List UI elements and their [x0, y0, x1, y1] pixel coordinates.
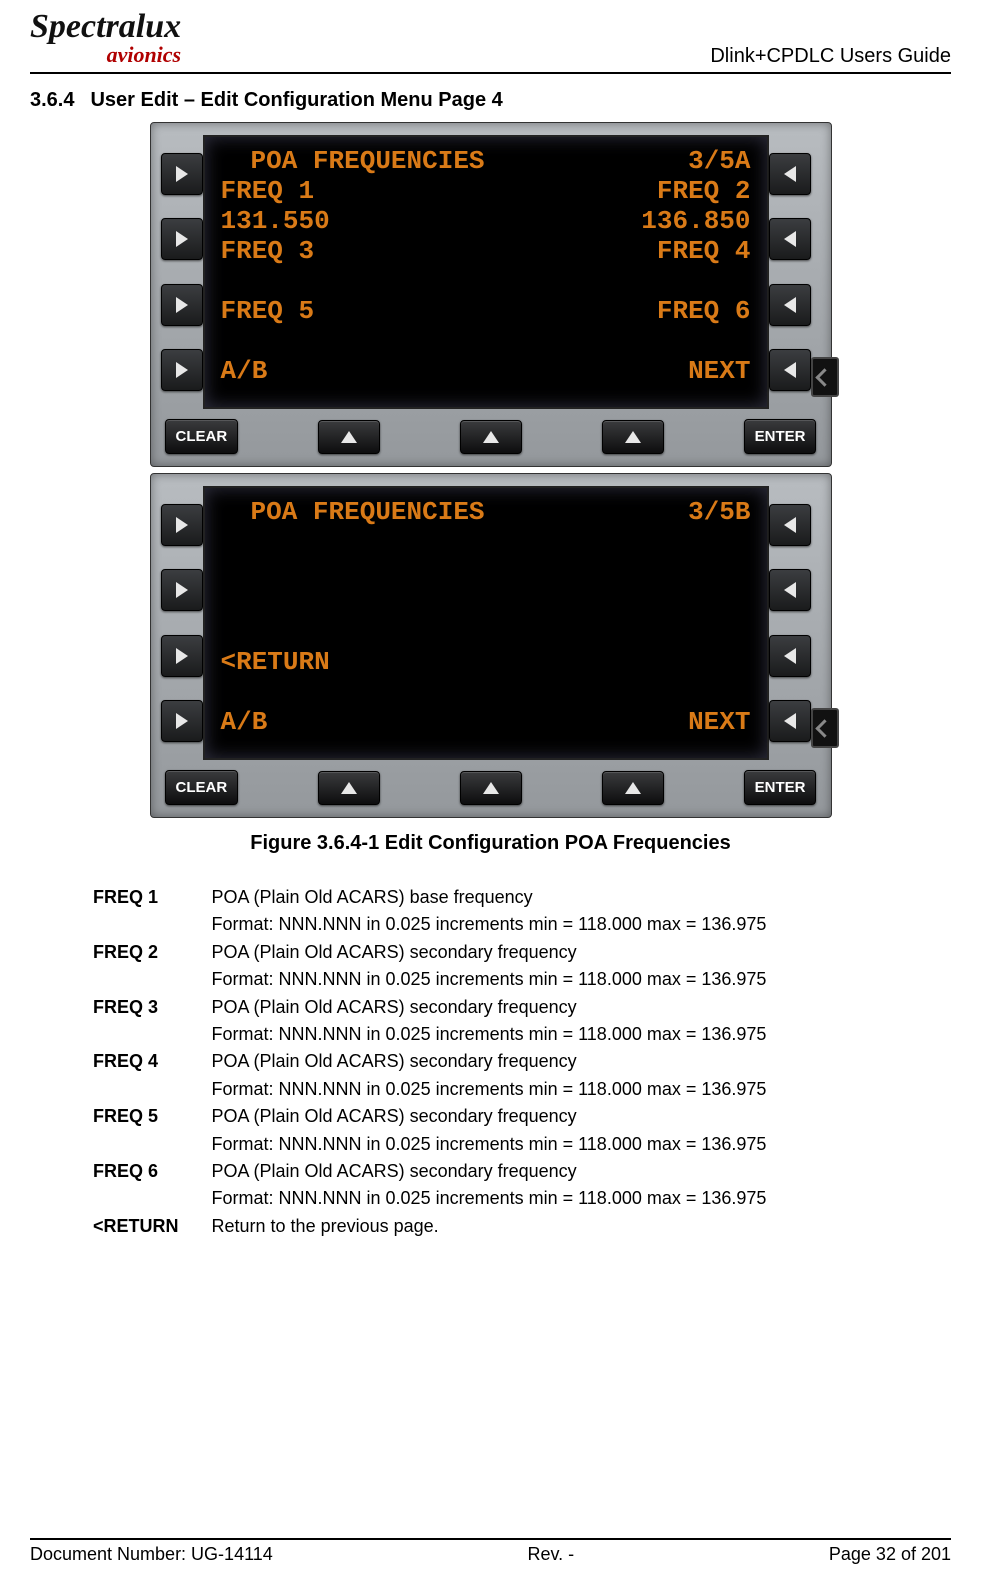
- section-title: User Edit – Edit Configuration Menu Page…: [90, 89, 502, 111]
- left-softkeys-b: [161, 486, 203, 760]
- scroll-indicator-b: [811, 486, 839, 760]
- def-desc: POA (Plain Old ACARS) secondary frequenc…: [211, 1159, 768, 1184]
- device-panel-a: POA FREQUENCIES 3/5A FREQ 1 FREQ 2 131.550…: [150, 122, 832, 467]
- logo-bottom: avionics: [30, 42, 181, 68]
- def-label: FREQ 3: [92, 995, 209, 1020]
- def-desc: POA (Plain Old ACARS) secondary frequenc…: [211, 1049, 768, 1074]
- def-label: FREQ 6: [92, 1159, 209, 1184]
- left-softkeys: [161, 135, 203, 409]
- footer-left: Document Number: UG-14114: [30, 1544, 273, 1565]
- section-heading: 3.6.4 User Edit – Edit Configuration Menu…: [30, 89, 951, 112]
- lsk-l2-b[interactable]: [161, 569, 203, 611]
- footer-right: Page 32 of 201: [829, 1544, 951, 1565]
- right-softkeys: [769, 135, 811, 409]
- lsk-r4[interactable]: [769, 349, 811, 391]
- freq1-label: FREQ 1: [221, 177, 315, 207]
- page-footer: Document Number: UG-14114 Rev. - Page 32…: [30, 1538, 951, 1565]
- clear-button-b[interactable]: CLEAR: [165, 770, 239, 805]
- def-format: Format: NNN.NNN in 0.025 increments min …: [211, 967, 768, 992]
- freq5-label: FREQ 5: [221, 297, 315, 327]
- ab-label: A/B: [221, 357, 268, 387]
- screen-title-b: POA FREQUENCIES: [251, 498, 485, 528]
- def-desc: POA (Plain Old ACARS) base frequency: [211, 885, 768, 910]
- def-label: FREQ 4: [92, 1049, 209, 1074]
- def-desc: POA (Plain Old ACARS) secondary frequenc…: [211, 940, 768, 965]
- freq3-label: FREQ 3: [221, 237, 315, 267]
- figure-caption: Figure 3.6.4-1 Edit Configuration POA Fr…: [250, 832, 730, 855]
- lsk-l4[interactable]: [161, 349, 203, 391]
- scroll-indicator: [811, 135, 839, 409]
- device-panel-b: POA FREQUENCIES 3/5B <RETURN A/B NEXT: [150, 473, 832, 818]
- lsk-l1[interactable]: [161, 153, 203, 195]
- ab-label-b: A/B: [221, 708, 268, 738]
- def-format: Format: NNN.NNN in 0.025 increments min …: [211, 912, 768, 937]
- freq6-label: FREQ 6: [657, 297, 751, 327]
- screen-page-b: 3/5B: [688, 498, 750, 528]
- screen-b: POA FREQUENCIES 3/5B <RETURN A/B NEXT: [203, 486, 769, 760]
- definitions-table: FREQ 1POA (Plain Old ACARS) base frequen…: [90, 883, 769, 1241]
- up-button-2[interactable]: [460, 420, 522, 454]
- lsk-r1-b[interactable]: [769, 504, 811, 546]
- lsk-l1-b[interactable]: [161, 504, 203, 546]
- freq1-value: 131.550: [221, 207, 330, 237]
- screen-title: POA FREQUENCIES: [251, 147, 485, 177]
- next-label-b: NEXT: [688, 708, 750, 738]
- right-softkeys-b: [769, 486, 811, 760]
- return-label: <RETURN: [221, 648, 330, 678]
- up-button-1-b[interactable]: [318, 771, 380, 805]
- lsk-l2[interactable]: [161, 218, 203, 260]
- up-button-2-b[interactable]: [460, 771, 522, 805]
- lsk-r2-b[interactable]: [769, 569, 811, 611]
- lsk-r3-b[interactable]: [769, 635, 811, 677]
- freq2-value: 136.850: [641, 207, 750, 237]
- def-label: FREQ 2: [92, 940, 209, 965]
- logo-top: Spectralux: [30, 10, 181, 44]
- lsk-l3-b[interactable]: [161, 635, 203, 677]
- screen-a: POA FREQUENCIES 3/5A FREQ 1 FREQ 2 131.550…: [203, 135, 769, 409]
- up-button-3-b[interactable]: [602, 771, 664, 805]
- freq2-label: FREQ 2: [657, 177, 751, 207]
- def-desc: POA (Plain Old ACARS) secondary frequenc…: [211, 1104, 768, 1129]
- def-format: Format: NNN.NNN in 0.025 increments min …: [211, 1186, 768, 1211]
- page-header: Spectralux avionics Dlink+CPDLC Users Gu…: [30, 10, 951, 74]
- def-desc: POA (Plain Old ACARS) secondary frequenc…: [211, 995, 768, 1020]
- enter-button[interactable]: ENTER: [744, 419, 817, 454]
- doc-title: Dlink+CPDLC Users Guide: [710, 45, 951, 68]
- freq4-label: FREQ 4: [657, 237, 751, 267]
- lsk-r4-b[interactable]: [769, 700, 811, 742]
- clear-button[interactable]: CLEAR: [165, 419, 239, 454]
- def-label: <RETURN: [92, 1214, 209, 1239]
- up-button-1[interactable]: [318, 420, 380, 454]
- up-button-3[interactable]: [602, 420, 664, 454]
- next-label: NEXT: [688, 357, 750, 387]
- lsk-l3[interactable]: [161, 284, 203, 326]
- def-desc: Return to the previous page.: [211, 1214, 768, 1239]
- def-format: Format: NNN.NNN in 0.025 increments min …: [211, 1132, 768, 1157]
- logo: Spectralux avionics: [30, 10, 181, 68]
- lsk-r1[interactable]: [769, 153, 811, 195]
- def-label: FREQ 1: [92, 885, 209, 910]
- def-format: Format: NNN.NNN in 0.025 increments min …: [211, 1077, 768, 1102]
- screen-page: 3/5A: [688, 147, 750, 177]
- lsk-l4-b[interactable]: [161, 700, 203, 742]
- lsk-r2[interactable]: [769, 218, 811, 260]
- lsk-r3[interactable]: [769, 284, 811, 326]
- section-number: 3.6.4: [30, 89, 74, 111]
- def-label: FREQ 5: [92, 1104, 209, 1129]
- footer-center: Rev. -: [528, 1544, 575, 1565]
- def-format: Format: NNN.NNN in 0.025 increments min …: [211, 1022, 768, 1047]
- enter-button-b[interactable]: ENTER: [744, 770, 817, 805]
